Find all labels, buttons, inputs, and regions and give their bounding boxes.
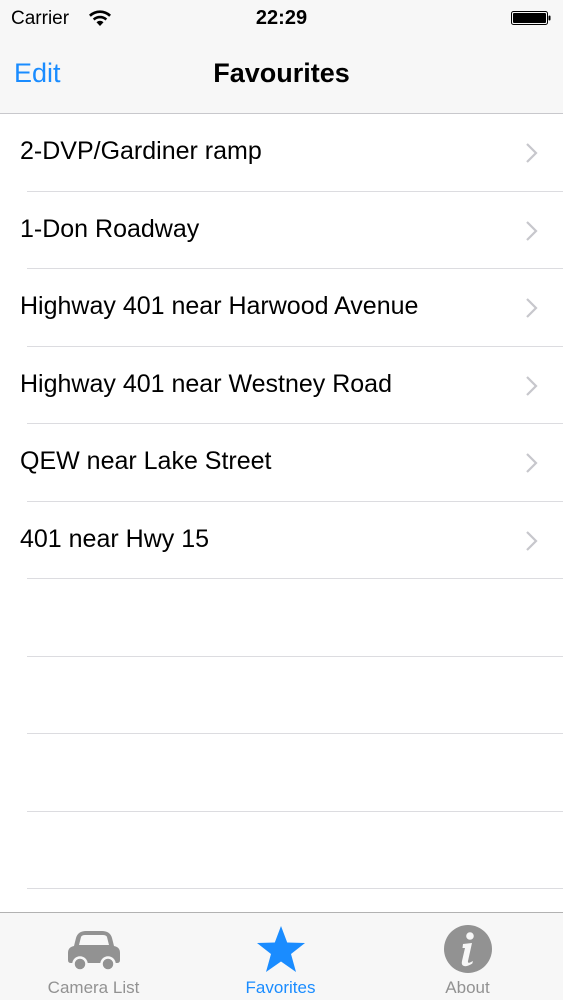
empty-row [0, 889, 563, 912]
tab-label: Favorites [245, 978, 316, 997]
list-item[interactable]: QEW near Lake Street [0, 424, 563, 502]
navigation-bar: Edit Favourites [0, 38, 563, 114]
list-item[interactable]: 1-Don Roadway [0, 192, 563, 270]
empty-row [0, 657, 563, 735]
chevron-right-icon [526, 298, 538, 318]
tab-label: About [445, 978, 490, 997]
list-item-label: Highway 401 near Westney Road [20, 369, 392, 398]
status-time: 22:29 [255, 7, 308, 29]
favourites-list: 2-DVP/Gardiner ramp 1-Don Roadway Highwa… [0, 114, 563, 912]
list-item-label: Highway 401 near Harwood Avenue [20, 292, 419, 320]
tab-camera-list[interactable]: Camera List [0, 913, 187, 1000]
chevron-right-icon [526, 453, 538, 473]
list-item[interactable]: Highway 401 near Harwood Avenue [0, 269, 563, 347]
empty-row [0, 812, 563, 890]
info-icon [443, 925, 492, 973]
list-item[interactable]: Highway 401 near Westney Road [0, 347, 563, 425]
star-icon [256, 926, 305, 972]
empty-row [0, 579, 563, 657]
list-item-label: 1-Don Roadway [20, 214, 200, 243]
tab-bar: Camera List Favorites About [0, 912, 563, 1000]
chevron-right-icon [526, 375, 538, 396]
status-bar: Carrier 22:29 [0, 0, 563, 38]
car-icon [67, 931, 120, 972]
empty-row [0, 734, 563, 812]
list-item[interactable]: 2-DVP/Gardiner ramp [0, 114, 563, 192]
tab-favorites[interactable]: Favorites [187, 913, 374, 1000]
chevron-right-icon [526, 220, 538, 241]
battery-icon [511, 11, 551, 25]
list-item[interactable]: 401 near Hwy 15 [0, 502, 563, 580]
chevron-right-icon [526, 143, 538, 163]
chevron-right-icon [526, 530, 538, 551]
list-item-label: QEW near Lake Street [20, 447, 272, 475]
list-item-label: 2-DVP/Gardiner ramp [20, 137, 262, 165]
tab-label: Camera List [47, 978, 140, 997]
list-item-label: 401 near Hwy 15 [20, 524, 210, 553]
page-title: Favourites [213, 58, 350, 88]
tab-about[interactable]: About [374, 913, 561, 1000]
screen: Carrier 22:29 Edit Favourites 2-DVP/Gard… [0, 0, 563, 1000]
